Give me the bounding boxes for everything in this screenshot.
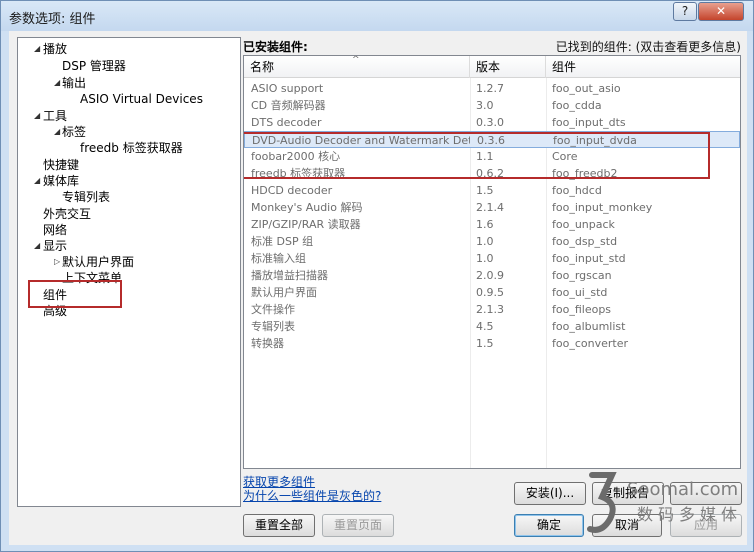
- cell-version: 3.0: [476, 99, 494, 112]
- cell-name: 播放增益扫描器: [251, 269, 328, 282]
- tree-item-playback[interactable]: 播放: [43, 41, 67, 57]
- tree-item-dsp-manager[interactable]: DSP 管理器: [62, 58, 126, 74]
- cell-component: foo_ui_std: [552, 286, 608, 299]
- tree-item-display[interactable]: 显示: [43, 238, 67, 254]
- table-row[interactable]: CD 音频解码器 3.0 foo_cdda: [244, 97, 740, 114]
- table-row[interactable]: 文件操作 2.1.3 foo_fileops: [244, 301, 740, 318]
- column-header-name[interactable]: 名称 ^: [244, 56, 470, 78]
- column-label: 名称: [250, 60, 275, 74]
- window-title: 参数选项: 组件: [9, 12, 96, 27]
- table-row[interactable]: 专辑列表 4.5 foo_albumlist: [244, 318, 740, 335]
- cell-version: 2.0.9: [476, 269, 504, 282]
- table-row[interactable]: ASIO support 1.2.7 foo_out_asio: [244, 80, 740, 97]
- cell-component: foo_fileops: [552, 303, 612, 316]
- cell-component: foo_hdcd: [552, 184, 602, 197]
- list-header: 名称 ^ 版本 组件: [244, 56, 740, 78]
- cell-name: CD 音频解码器: [251, 99, 326, 112]
- cell-version: 2.1.4: [476, 201, 504, 214]
- table-row[interactable]: DTS decoder 0.3.0 foo_input_dts: [244, 114, 740, 131]
- cell-name: ASIO support: [251, 82, 324, 95]
- tree-item-tags[interactable]: 标签: [62, 124, 86, 140]
- close-button[interactable]: ✕: [698, 2, 744, 21]
- title-bar: 参数选项: 组件 ? ✕: [1, 1, 753, 31]
- cell-version: 0.3.0: [476, 116, 504, 129]
- cell-name: 转换器: [251, 337, 284, 350]
- expand-icon[interactable]: ◢: [54, 75, 60, 91]
- installed-components-label: 已安装组件:: [243, 40, 308, 54]
- cell-component: foo_input_std: [552, 252, 626, 265]
- tree-item-shell[interactable]: 外壳交互: [43, 206, 91, 222]
- cell-version: 1.2.7: [476, 82, 504, 95]
- cell-component: foo_input_dts: [552, 116, 626, 129]
- table-row[interactable]: Monkey's Audio 解码 2.1.4 foo_input_monkey: [244, 199, 740, 216]
- cell-version: 1.5: [476, 184, 494, 197]
- cell-component: foo_albumlist: [552, 320, 626, 333]
- tree-item-network[interactable]: 网络: [43, 222, 67, 238]
- tree-item-freedb[interactable]: freedb 标签获取器: [80, 140, 183, 156]
- cell-component: foo_out_asio: [552, 82, 621, 95]
- table-row[interactable]: 标准输入组 1.0 foo_input_std: [244, 250, 740, 267]
- expand-icon[interactable]: ◢: [34, 41, 40, 57]
- expand-icon[interactable]: ◢: [54, 124, 60, 140]
- cell-component: foo_converter: [552, 337, 628, 350]
- tree-item-shortcuts[interactable]: 快捷键: [43, 157, 79, 173]
- watermark-brand: Soomal.com: [627, 479, 739, 500]
- cell-version: 1.0: [476, 235, 494, 248]
- tree-item-default-ui[interactable]: 默认用户界面: [62, 254, 134, 270]
- collapsed-icon[interactable]: ▷: [54, 254, 60, 270]
- table-row[interactable]: 默认用户界面 0.9.5 foo_ui_std: [244, 284, 740, 301]
- cell-name: 标准输入组: [251, 252, 306, 265]
- cell-version: 1.6: [476, 218, 494, 231]
- watermark-subtitle: 数码多媒体: [637, 505, 743, 524]
- expand-icon[interactable]: ◢: [34, 238, 40, 254]
- column-header-component[interactable]: 组件: [546, 56, 740, 78]
- cell-version: 0.9.5: [476, 286, 504, 299]
- help-button[interactable]: ?: [673, 2, 697, 21]
- reset-all-button[interactable]: 重置全部: [243, 514, 315, 537]
- cell-name: 默认用户界面: [251, 286, 317, 299]
- tree-item-tools[interactable]: 工具: [43, 108, 67, 124]
- dialog-client-area: ◢ 播放 DSP 管理器 ◢ 输出 ASIO Virtual Devices ◢…: [9, 31, 747, 545]
- highlight-box: [244, 132, 710, 179]
- highlight-box: [28, 280, 122, 308]
- cell-name: ZIP/GZIP/RAR 读取器: [251, 218, 361, 231]
- tree-item-asio[interactable]: ASIO Virtual Devices: [80, 91, 203, 107]
- expand-icon[interactable]: ◢: [34, 173, 40, 189]
- tree-item-media-library[interactable]: 媒体库: [43, 173, 79, 189]
- preferences-window: 参数选项: 组件 ? ✕ ◢ 播放 DSP 管理器 ◢ 输出 ASIO Virt…: [0, 0, 754, 552]
- cell-name: 标准 DSP 组: [251, 235, 314, 248]
- ok-button[interactable]: 确定: [514, 514, 584, 537]
- found-components-label: 已找到的组件: (双击查看更多信息): [555, 40, 741, 54]
- components-list[interactable]: 名称 ^ 版本 组件 ASIO support 1.2.7 foo_out_asio…: [243, 55, 741, 469]
- cell-component: foo_unpack: [552, 218, 615, 231]
- table-row[interactable]: 转换器 1.5 foo_converter: [244, 335, 740, 352]
- cell-version: 4.5: [476, 320, 494, 333]
- column-header-version[interactable]: 版本: [470, 56, 546, 78]
- table-row[interactable]: 播放增益扫描器 2.0.9 foo_rgscan: [244, 267, 740, 284]
- cell-version: 1.0: [476, 252, 494, 265]
- table-row[interactable]: ZIP/GZIP/RAR 读取器 1.6 foo_unpack: [244, 216, 740, 233]
- watermark-logo-icon: [587, 472, 617, 533]
- expand-icon[interactable]: ◢: [34, 108, 40, 124]
- table-row[interactable]: HDCD decoder 1.5 foo_hdcd: [244, 182, 740, 199]
- cell-component: foo_input_monkey: [552, 201, 653, 214]
- tree-item-output[interactable]: 输出: [62, 75, 86, 91]
- cell-name: 文件操作: [251, 303, 295, 316]
- why-gray-link[interactable]: 为什么一些组件是灰色的?: [243, 487, 381, 504]
- preferences-tree[interactable]: ◢ 播放 DSP 管理器 ◢ 输出 ASIO Virtual Devices ◢…: [17, 37, 241, 507]
- install-button[interactable]: 安装(I)...: [514, 482, 586, 505]
- sort-arrow-icon: ^: [352, 55, 360, 65]
- cell-name: HDCD decoder: [251, 184, 333, 197]
- table-row[interactable]: 标准 DSP 组 1.0 foo_dsp_std: [244, 233, 740, 250]
- reset-page-button[interactable]: 重置页面: [322, 514, 394, 537]
- cell-version: 2.1.3: [476, 303, 504, 316]
- cell-name: Monkey's Audio 解码: [251, 201, 363, 214]
- cell-component: foo_dsp_std: [552, 235, 618, 248]
- cell-name: 专辑列表: [251, 320, 295, 333]
- cell-component: foo_cdda: [552, 99, 602, 112]
- cell-component: foo_rgscan: [552, 269, 612, 282]
- cell-name: DTS decoder: [251, 116, 322, 129]
- tree-item-album-list[interactable]: 专辑列表: [62, 189, 110, 205]
- cell-version: 1.5: [476, 337, 494, 350]
